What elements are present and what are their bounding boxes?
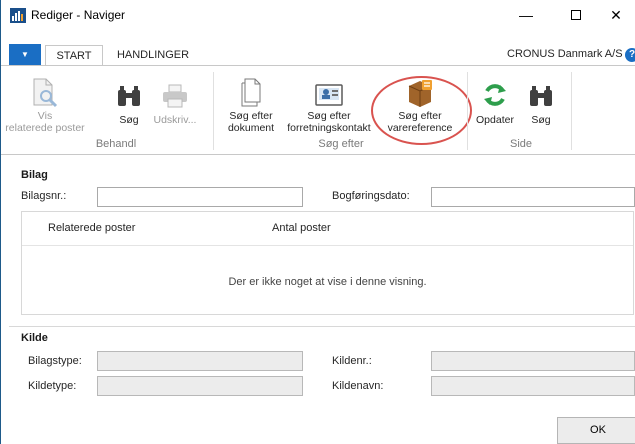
ribbon-tabs: ▼ START HANDLINGER CRONUS Danmark A/S ? xyxy=(1,44,635,66)
document-section-title: Bilag xyxy=(21,169,48,181)
maximize-button[interactable] xyxy=(561,4,591,26)
source-no-field xyxy=(431,351,635,371)
group-label-behandl: Behandl xyxy=(95,138,137,150)
related-entries-icon xyxy=(33,78,58,108)
find-page-label: Søg xyxy=(531,114,551,126)
find-label: Søg xyxy=(119,114,139,126)
maximize-icon xyxy=(571,10,581,20)
find-button[interactable]: Søg xyxy=(109,66,149,126)
refresh-icon xyxy=(484,84,506,106)
close-button[interactable]: ✕ xyxy=(601,4,631,26)
ribbon-separator xyxy=(467,72,468,150)
posting-date-label: Bogføringsdato: xyxy=(332,190,410,202)
list-header: Relaterede poster Antal poster xyxy=(22,212,633,246)
ok-button[interactable]: OK xyxy=(557,417,635,444)
ribbon-separator xyxy=(213,72,214,150)
app-menu-button[interactable]: ▼ xyxy=(9,44,41,65)
column-header-related-entries[interactable]: Relaterede poster xyxy=(48,222,135,234)
empty-list-message: Der er ikke noget at vise i denne visnin… xyxy=(228,276,427,288)
refresh-label: Opdater xyxy=(476,114,514,126)
chevron-down-icon: ▼ xyxy=(21,50,29,59)
highlight-circle xyxy=(371,76,472,145)
document-type-label: Bilagstype: xyxy=(28,355,82,367)
dialog-window: Rediger - Naviger — ✕ ▼ START HANDLINGER… xyxy=(0,0,635,444)
document-icon xyxy=(241,78,261,107)
source-name-field xyxy=(431,376,635,396)
group-label-side: Side xyxy=(509,138,533,150)
printer-icon xyxy=(163,84,187,108)
app-logo-icon xyxy=(10,8,26,23)
source-section-title: Kilde xyxy=(21,332,48,344)
document-no-input[interactable] xyxy=(97,187,303,207)
document-no-label: Bilagsnr.: xyxy=(21,190,67,202)
source-type-label: Kildetype: xyxy=(28,380,77,392)
ribbon: Vis relaterede poster Søg Udskriv... Søg… xyxy=(1,65,635,155)
column-header-no-of-entries[interactable]: Antal poster xyxy=(272,222,331,234)
minimize-button[interactable]: — xyxy=(511,4,541,26)
document-type-field xyxy=(97,351,303,371)
close-icon: ✕ xyxy=(610,7,622,23)
group-label-soeg-efter: Søg efter xyxy=(318,138,364,150)
section-divider xyxy=(9,326,635,327)
find-document-button[interactable]: Søg efter dokument xyxy=(223,66,279,134)
company-name: CRONUS Danmark A/S xyxy=(507,48,623,60)
print-button[interactable]: Udskriv... xyxy=(146,66,204,126)
print-label: Udskriv... xyxy=(153,114,197,126)
find-business-contact-button[interactable]: Søg efter forretningskontakt xyxy=(283,66,375,134)
tab-start[interactable]: START xyxy=(45,45,103,66)
source-name-label: Kildenavn: xyxy=(332,380,384,392)
find-page-button[interactable]: Søg xyxy=(521,66,561,126)
find-document-label: Søg efter dokument xyxy=(227,110,275,134)
window-title: Rediger - Naviger xyxy=(31,8,126,22)
related-entries-list[interactable]: Relaterede poster Antal poster Der er ik… xyxy=(21,211,634,315)
show-related-entries-label: Vis relaterede poster xyxy=(5,110,85,134)
contact-card-icon xyxy=(315,84,343,106)
refresh-button[interactable]: Opdater xyxy=(473,66,517,126)
binoculars-icon xyxy=(118,86,140,106)
title-bar: Rediger - Naviger — ✕ xyxy=(1,0,635,30)
source-no-label: Kildenr.: xyxy=(332,355,372,367)
show-related-entries-button[interactable]: Vis relaterede poster xyxy=(5,66,85,134)
binoculars-icon xyxy=(530,86,552,106)
help-icon[interactable]: ? xyxy=(625,48,635,62)
tab-handlinger[interactable]: HANDLINGER xyxy=(109,45,197,66)
posting-date-input[interactable] xyxy=(431,187,635,207)
find-business-contact-label: Søg efter forretningskontakt xyxy=(287,110,371,134)
minimize-icon: — xyxy=(519,7,533,23)
source-type-field xyxy=(97,376,303,396)
ribbon-separator xyxy=(571,72,572,150)
